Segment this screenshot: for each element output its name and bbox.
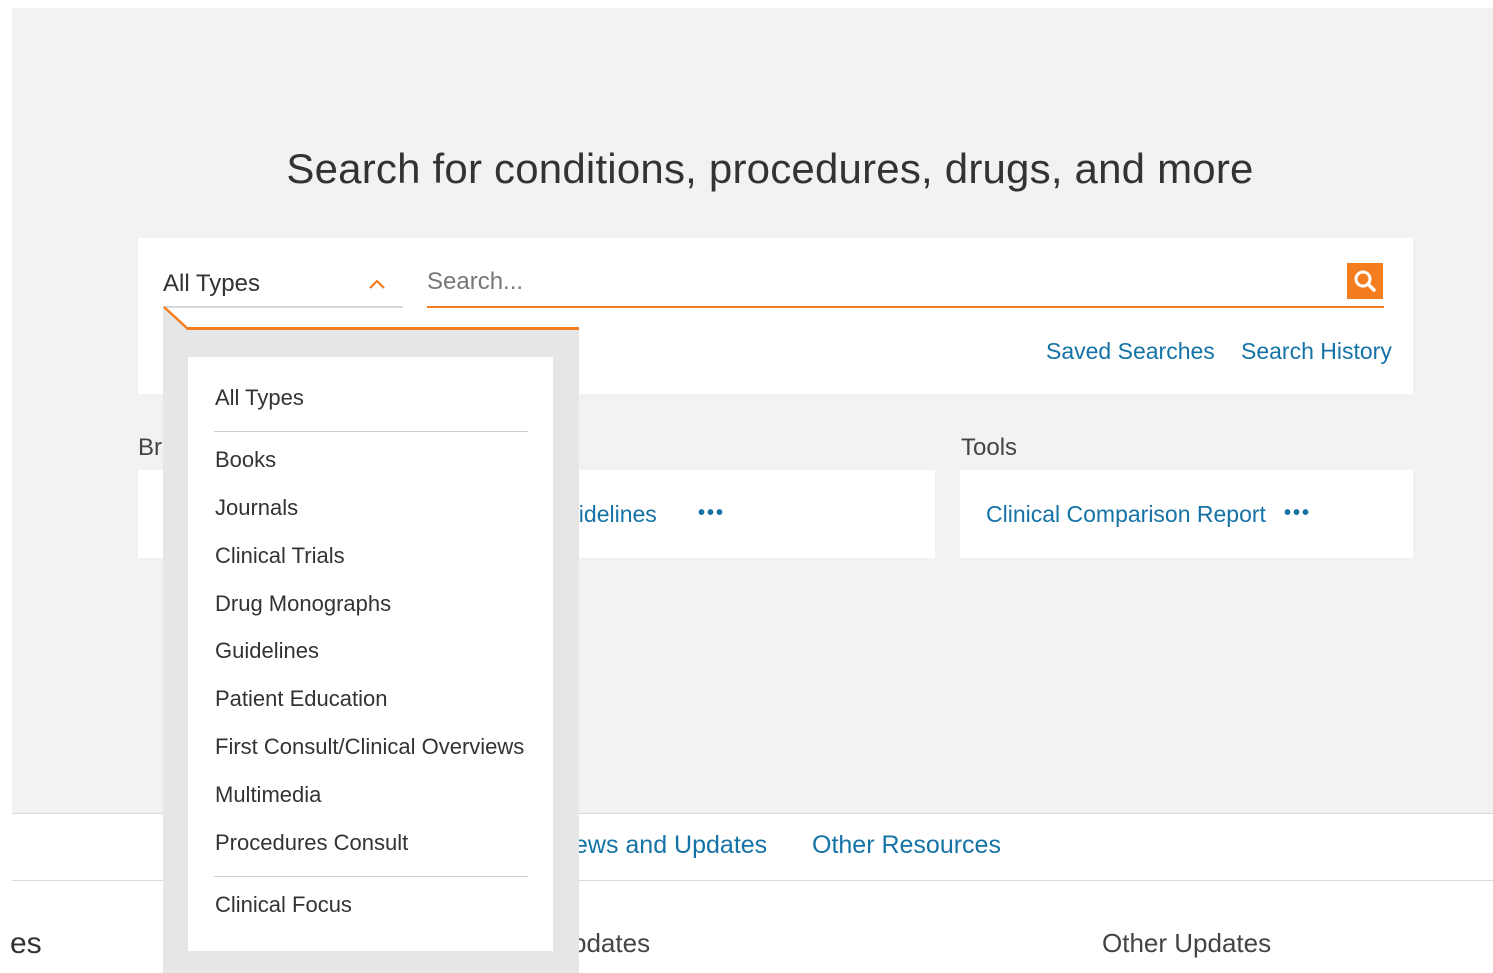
saved-searches-link[interactable]: Saved Searches [1046, 338, 1215, 365]
search-field [427, 262, 1384, 308]
search-button[interactable] [1347, 263, 1383, 299]
dropdown-item-clinical-focus[interactable]: Clinical Focus [215, 892, 352, 918]
dropdown-item-clinical-trials[interactable]: Clinical Trials [215, 543, 345, 569]
dropdown-item-books[interactable]: Books [215, 447, 276, 473]
dropdown-item-all-types[interactable]: All Types [215, 385, 304, 411]
dropdown-item-first-consult[interactable]: First Consult/Clinical Overviews [215, 734, 524, 760]
dropdown-separator [214, 876, 528, 877]
tools-more-icon[interactable]: ••• [1284, 502, 1311, 525]
tools-label: Tools [961, 434, 1018, 461]
dropdown-item-journals[interactable]: Journals [215, 495, 298, 521]
search-history-link[interactable]: Search History [1241, 338, 1392, 365]
browse-more-icon[interactable]: ••• [698, 502, 725, 525]
tools-card: Clinical Comparison Report ••• [960, 470, 1413, 558]
search-input[interactable] [427, 264, 1327, 300]
dropdown-item-procedures-consult[interactable]: Procedures Consult [215, 830, 408, 856]
news-and-updates-tab[interactable]: ews and Updates [574, 831, 767, 860]
page-headline: Search for conditions, procedures, drugs… [286, 145, 1254, 192]
left-column-heading: es [10, 927, 42, 960]
content-updates-heading: pdates [572, 928, 651, 958]
dropdown-item-guidelines[interactable]: Guidelines [215, 638, 319, 664]
dropdown-item-drug-monographs[interactable]: Drug Monographs [215, 591, 391, 617]
dropdown-item-patient-education[interactable]: Patient Education [215, 686, 387, 712]
content-type-selected: All Types [163, 270, 260, 297]
other-updates-heading: Other Updates [1102, 928, 1272, 958]
dropdown-item-multimedia[interactable]: Multimedia [215, 782, 321, 808]
chevron-up-icon [369, 279, 385, 289]
other-resources-tab[interactable]: Other Resources [812, 831, 1001, 860]
search-icon [1354, 270, 1376, 292]
browse-guidelines-link[interactable]: uidelines [566, 501, 657, 528]
clinical-comparison-report-link[interactable]: Clinical Comparison Report [986, 501, 1266, 528]
content-type-select[interactable]: All Types [163, 262, 403, 308]
dropdown-separator [214, 431, 528, 432]
dropdown-accent-bar [187, 327, 579, 330]
type-dropdown-list: All Types Books Journals Clinical Trials… [188, 357, 553, 951]
